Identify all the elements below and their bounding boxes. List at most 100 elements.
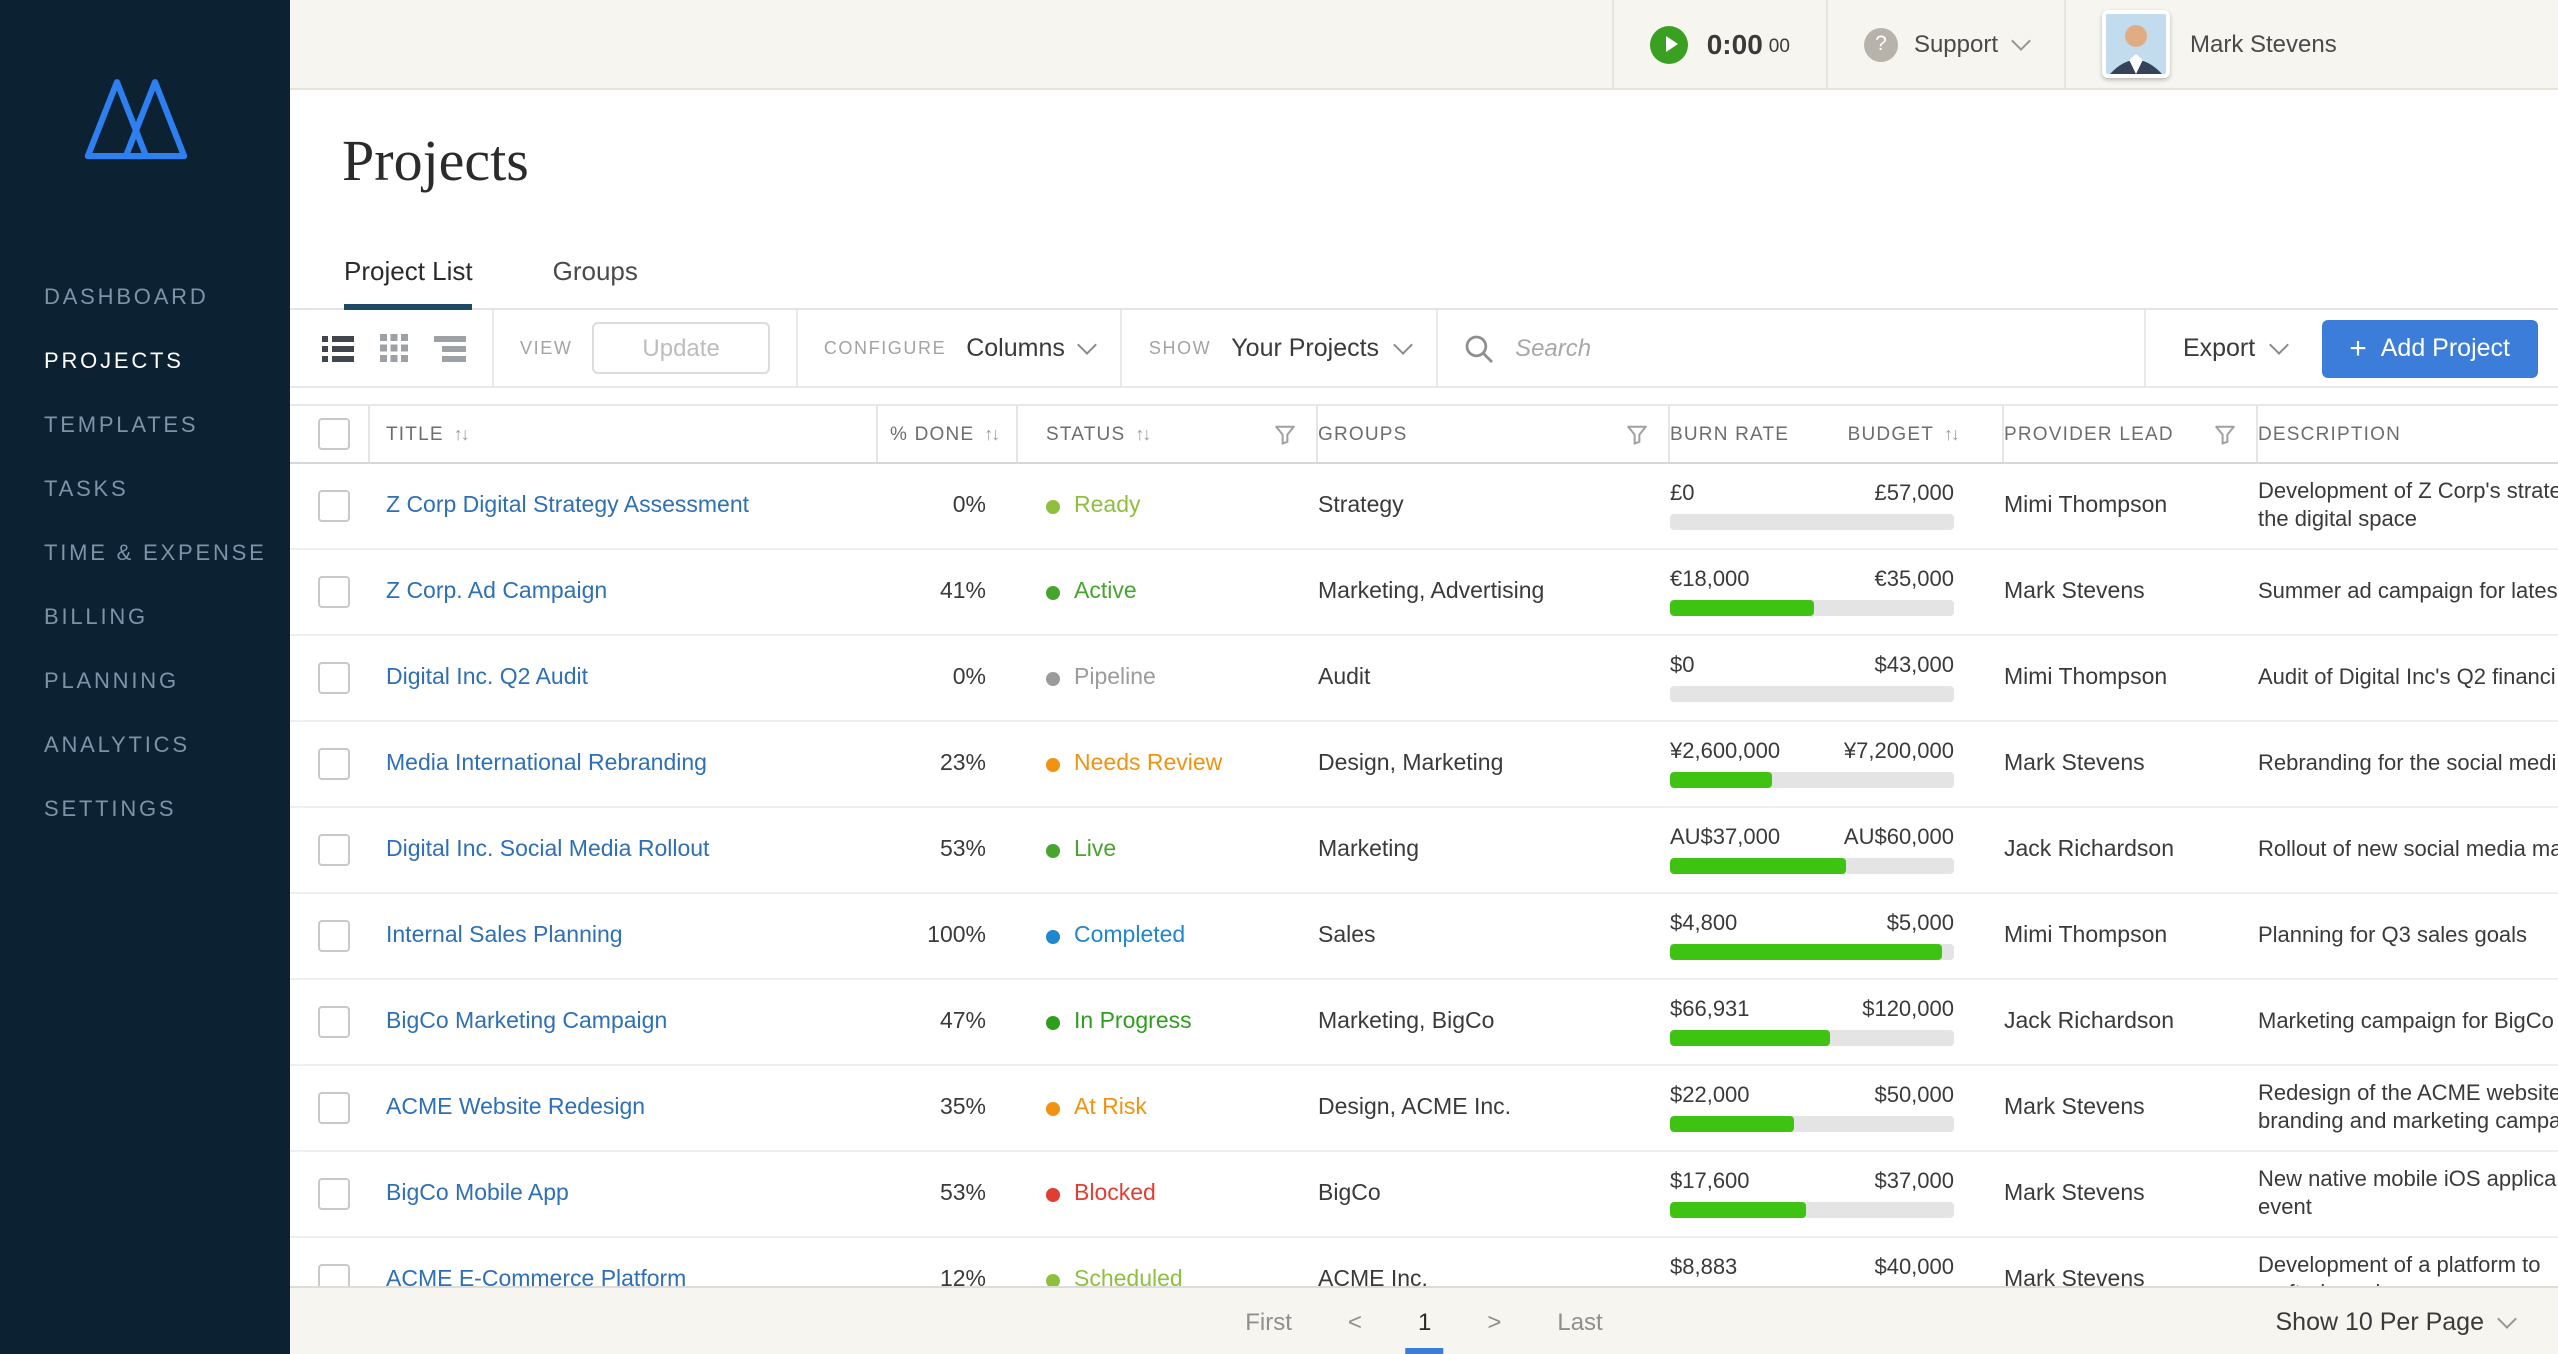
sidebar-item-billing[interactable]: BILLING [0, 586, 290, 650]
hierarchy-view-icon[interactable] [434, 335, 466, 361]
table-row: Z Corp Digital Strategy Assessment 0% Read… [290, 464, 2558, 550]
description-cell: Redesign of the ACME websitebranding and… [2258, 1080, 2558, 1136]
add-project-label: Add Project [2381, 334, 2510, 362]
status-label: Active [1074, 580, 1137, 604]
pager-last[interactable]: Last [1529, 1288, 1630, 1354]
show-label: SHOW [1149, 338, 1211, 358]
avatar [2102, 10, 2170, 78]
sidebar-item-templates[interactable]: TEMPLATES [0, 394, 290, 458]
project-title-link[interactable]: Internal Sales Planning [386, 924, 623, 948]
project-title-link[interactable]: Media International Rebranding [386, 752, 707, 776]
column-header-provider-lead[interactable]: PROVIDER LEAD [2004, 406, 2258, 462]
percent-done-cell: 0% [878, 494, 1018, 518]
grid-view-icon[interactable] [380, 334, 408, 362]
burn-value: $66,931 [1670, 998, 1750, 1022]
projects-filter-dropdown[interactable]: Your Projects [1231, 334, 1409, 362]
burn-value: €18,000 [1670, 568, 1750, 592]
pager-page-1[interactable]: 1 [1390, 1288, 1459, 1354]
project-title-link[interactable]: ACME Website Redesign [386, 1096, 645, 1120]
project-title-link[interactable]: BigCo Marketing Campaign [386, 1010, 667, 1034]
row-checkbox[interactable] [318, 576, 350, 608]
burn-value: $22,000 [1670, 1084, 1750, 1108]
status-cell: Live [1018, 838, 1318, 862]
description-line: Planning for Q3 sales goals [2258, 922, 2527, 950]
row-checkbox[interactable] [318, 920, 350, 952]
description-line: Development of a platform to [2258, 1252, 2541, 1280]
burn-progress-fill [1670, 600, 1815, 616]
user-menu[interactable]: Mark Stevens [2064, 0, 2558, 88]
column-header-title[interactable]: TITLE ↑↓ [370, 406, 878, 462]
project-title-link[interactable]: BigCo Mobile App [386, 1182, 569, 1206]
burn-rate-cell: $17,600$37,000 [1670, 1170, 2004, 1218]
sidebar-item-analytics[interactable]: ANALYTICS [0, 714, 290, 778]
description-cell: Rollout of new social media ma [2258, 836, 2558, 864]
column-header-budget[interactable]: BUDGET ↑↓ [1850, 406, 2004, 462]
project-title-link[interactable]: Digital Inc. Social Media Rollout [386, 838, 709, 862]
pager-first[interactable]: First [1217, 1288, 1320, 1354]
description-cell: New native mobile iOS applicaevent [2258, 1166, 2558, 1222]
per-page-value: Show 10 Per Page [2276, 1307, 2485, 1335]
sort-icon: ↑↓ [984, 424, 998, 444]
description-line: branding and marketing campa [2258, 1108, 2558, 1136]
row-checkbox[interactable] [318, 1178, 350, 1210]
per-page-dropdown[interactable]: Show 10 Per Page [2276, 1288, 2515, 1354]
sidebar-item-settings[interactable]: SETTINGS [0, 778, 290, 842]
project-title-link[interactable]: Digital Inc. Q2 Audit [386, 666, 588, 690]
status-label: Pipeline [1074, 666, 1156, 690]
burn-value: $17,600 [1670, 1170, 1750, 1194]
columns-dropdown[interactable]: Columns [966, 334, 1095, 362]
pager-next[interactable]: > [1459, 1288, 1529, 1354]
search-input[interactable] [1511, 332, 1959, 364]
support-menu[interactable]: ? Support [1826, 0, 2064, 88]
budget-value: $120,000 [1862, 998, 1954, 1022]
tab-project-list[interactable]: Project List [344, 256, 473, 308]
filter-icon[interactable] [1626, 423, 1648, 445]
status-label: Ready [1074, 494, 1141, 518]
show-group: SHOW Your Projects [1123, 310, 1435, 386]
groups-cell: BigCo [1318, 1182, 1670, 1206]
filter-icon[interactable] [2214, 423, 2236, 445]
add-project-button[interactable]: + Add Project [2321, 319, 2538, 377]
burn-rate-cell: €18,000€35,000 [1670, 568, 2004, 616]
column-header-done[interactable]: % DONE ↑↓ [878, 406, 1018, 462]
sidebar-item-projects[interactable]: PROJECTS [0, 330, 290, 394]
column-header-groups[interactable]: GROUPS [1318, 406, 1670, 462]
tab-groups[interactable]: Groups [553, 256, 638, 308]
filter-icon[interactable] [1274, 423, 1296, 445]
select-all-checkbox[interactable] [318, 418, 350, 450]
column-header-burn-rate[interactable]: BURN RATE [1670, 406, 1850, 462]
sidebar-item-tasks[interactable]: TASKS [0, 458, 290, 522]
row-checkbox[interactable] [318, 1092, 350, 1124]
project-title-link[interactable]: Z Corp Digital Strategy Assessment [386, 494, 749, 518]
burn-rate-cell: AU$37,000AU$60,000 [1670, 826, 2004, 874]
status-label: In Progress [1074, 1010, 1192, 1034]
groups-cell: Strategy [1318, 494, 1670, 518]
export-dropdown[interactable]: Export [2183, 334, 2285, 362]
row-checkbox[interactable] [318, 490, 350, 522]
project-title-link[interactable]: Z Corp. Ad Campaign [386, 580, 607, 604]
chevron-down-icon [2268, 335, 2288, 355]
app-logo[interactable] [80, 72, 290, 174]
budget-value: £57,000 [1874, 482, 1954, 506]
provider-lead-cell: Mark Stevens [2004, 580, 2258, 604]
list-view-icon[interactable] [322, 335, 354, 361]
burn-progress-bar [1670, 944, 1954, 960]
sidebar-item-planning[interactable]: PLANNING [0, 650, 290, 714]
timer-button[interactable]: 0:00 00 [1613, 0, 1826, 88]
row-checkbox[interactable] [318, 662, 350, 694]
sort-icon: ↑↓ [1135, 424, 1149, 444]
groups-cell: Design, ACME Inc. [1318, 1096, 1670, 1120]
mavenlink-logo-icon [80, 72, 192, 164]
status-label: Blocked [1074, 1182, 1156, 1206]
provider-lead-cell: Mimi Thompson [2004, 924, 2258, 948]
row-checkbox[interactable] [318, 748, 350, 780]
description-line: New native mobile iOS applica [2258, 1166, 2556, 1194]
column-header-status[interactable]: STATUS ↑↓ [1018, 406, 1318, 462]
update-button[interactable]: Update [592, 322, 769, 374]
row-checkbox[interactable] [318, 1006, 350, 1038]
pager-prev[interactable]: < [1320, 1288, 1390, 1354]
status-dot-icon [1046, 929, 1060, 943]
sidebar-item-dashboard[interactable]: DASHBOARD [0, 266, 290, 330]
row-checkbox[interactable] [318, 834, 350, 866]
sidebar-item-time-expense[interactable]: TIME & EXPENSE [0, 522, 290, 586]
